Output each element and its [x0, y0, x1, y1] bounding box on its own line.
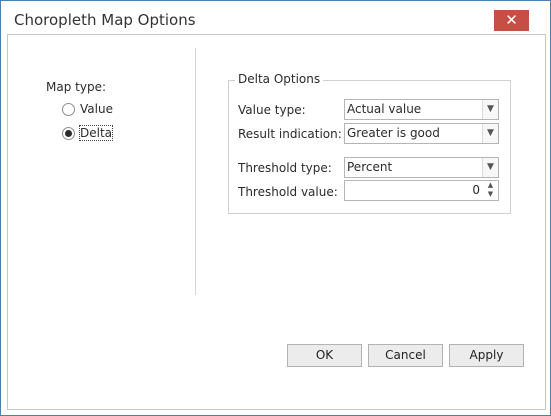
dialog-title: Choropleth Map Options — [14, 11, 196, 29]
value-type-value: Actual value — [347, 102, 422, 116]
close-icon: ✕ — [505, 11, 518, 29]
threshold-value-value: 0 — [472, 183, 480, 197]
radio-value-label: Value — [80, 102, 113, 116]
value-type-label: Value type: — [238, 103, 306, 117]
chevron-down-icon[interactable]: ▼ — [482, 100, 498, 119]
threshold-value-label: Threshold value: — [238, 185, 338, 199]
radio-delta-label: Delta — [78, 125, 114, 141]
threshold-type-value: Percent — [347, 160, 393, 174]
map-type-label: Map type: — [46, 80, 106, 94]
threshold-type-label: Threshold type: — [238, 161, 332, 175]
chevron-down-icon[interactable]: ▼ — [482, 124, 498, 143]
result-indication-value: Greater is good — [347, 126, 440, 140]
threshold-value-spinner[interactable]: 0 ▲ ▼ — [344, 180, 499, 201]
apply-button[interactable]: Apply — [449, 344, 524, 367]
radio-value-indicator[interactable] — [62, 102, 75, 116]
result-indication-label: Result indication: — [238, 127, 342, 141]
radio-value[interactable]: Value — [62, 101, 113, 117]
value-type-dropdown[interactable]: Actual value ▼ — [344, 99, 499, 120]
spin-arrows-icon[interactable]: ▲ ▼ — [483, 181, 498, 200]
close-button[interactable]: ✕ — [494, 10, 529, 31]
cancel-button[interactable]: Cancel — [368, 344, 443, 367]
radio-delta-indicator[interactable] — [62, 126, 75, 140]
vertical-divider — [195, 48, 196, 295]
ok-button[interactable]: OK — [287, 344, 362, 367]
result-indication-dropdown[interactable]: Greater is good ▼ — [344, 123, 499, 144]
threshold-type-dropdown[interactable]: Percent ▼ — [344, 157, 499, 178]
delta-options-title: Delta Options — [235, 72, 324, 86]
radio-delta[interactable]: Delta — [62, 125, 114, 141]
chevron-down-icon[interactable]: ▼ — [482, 158, 498, 177]
